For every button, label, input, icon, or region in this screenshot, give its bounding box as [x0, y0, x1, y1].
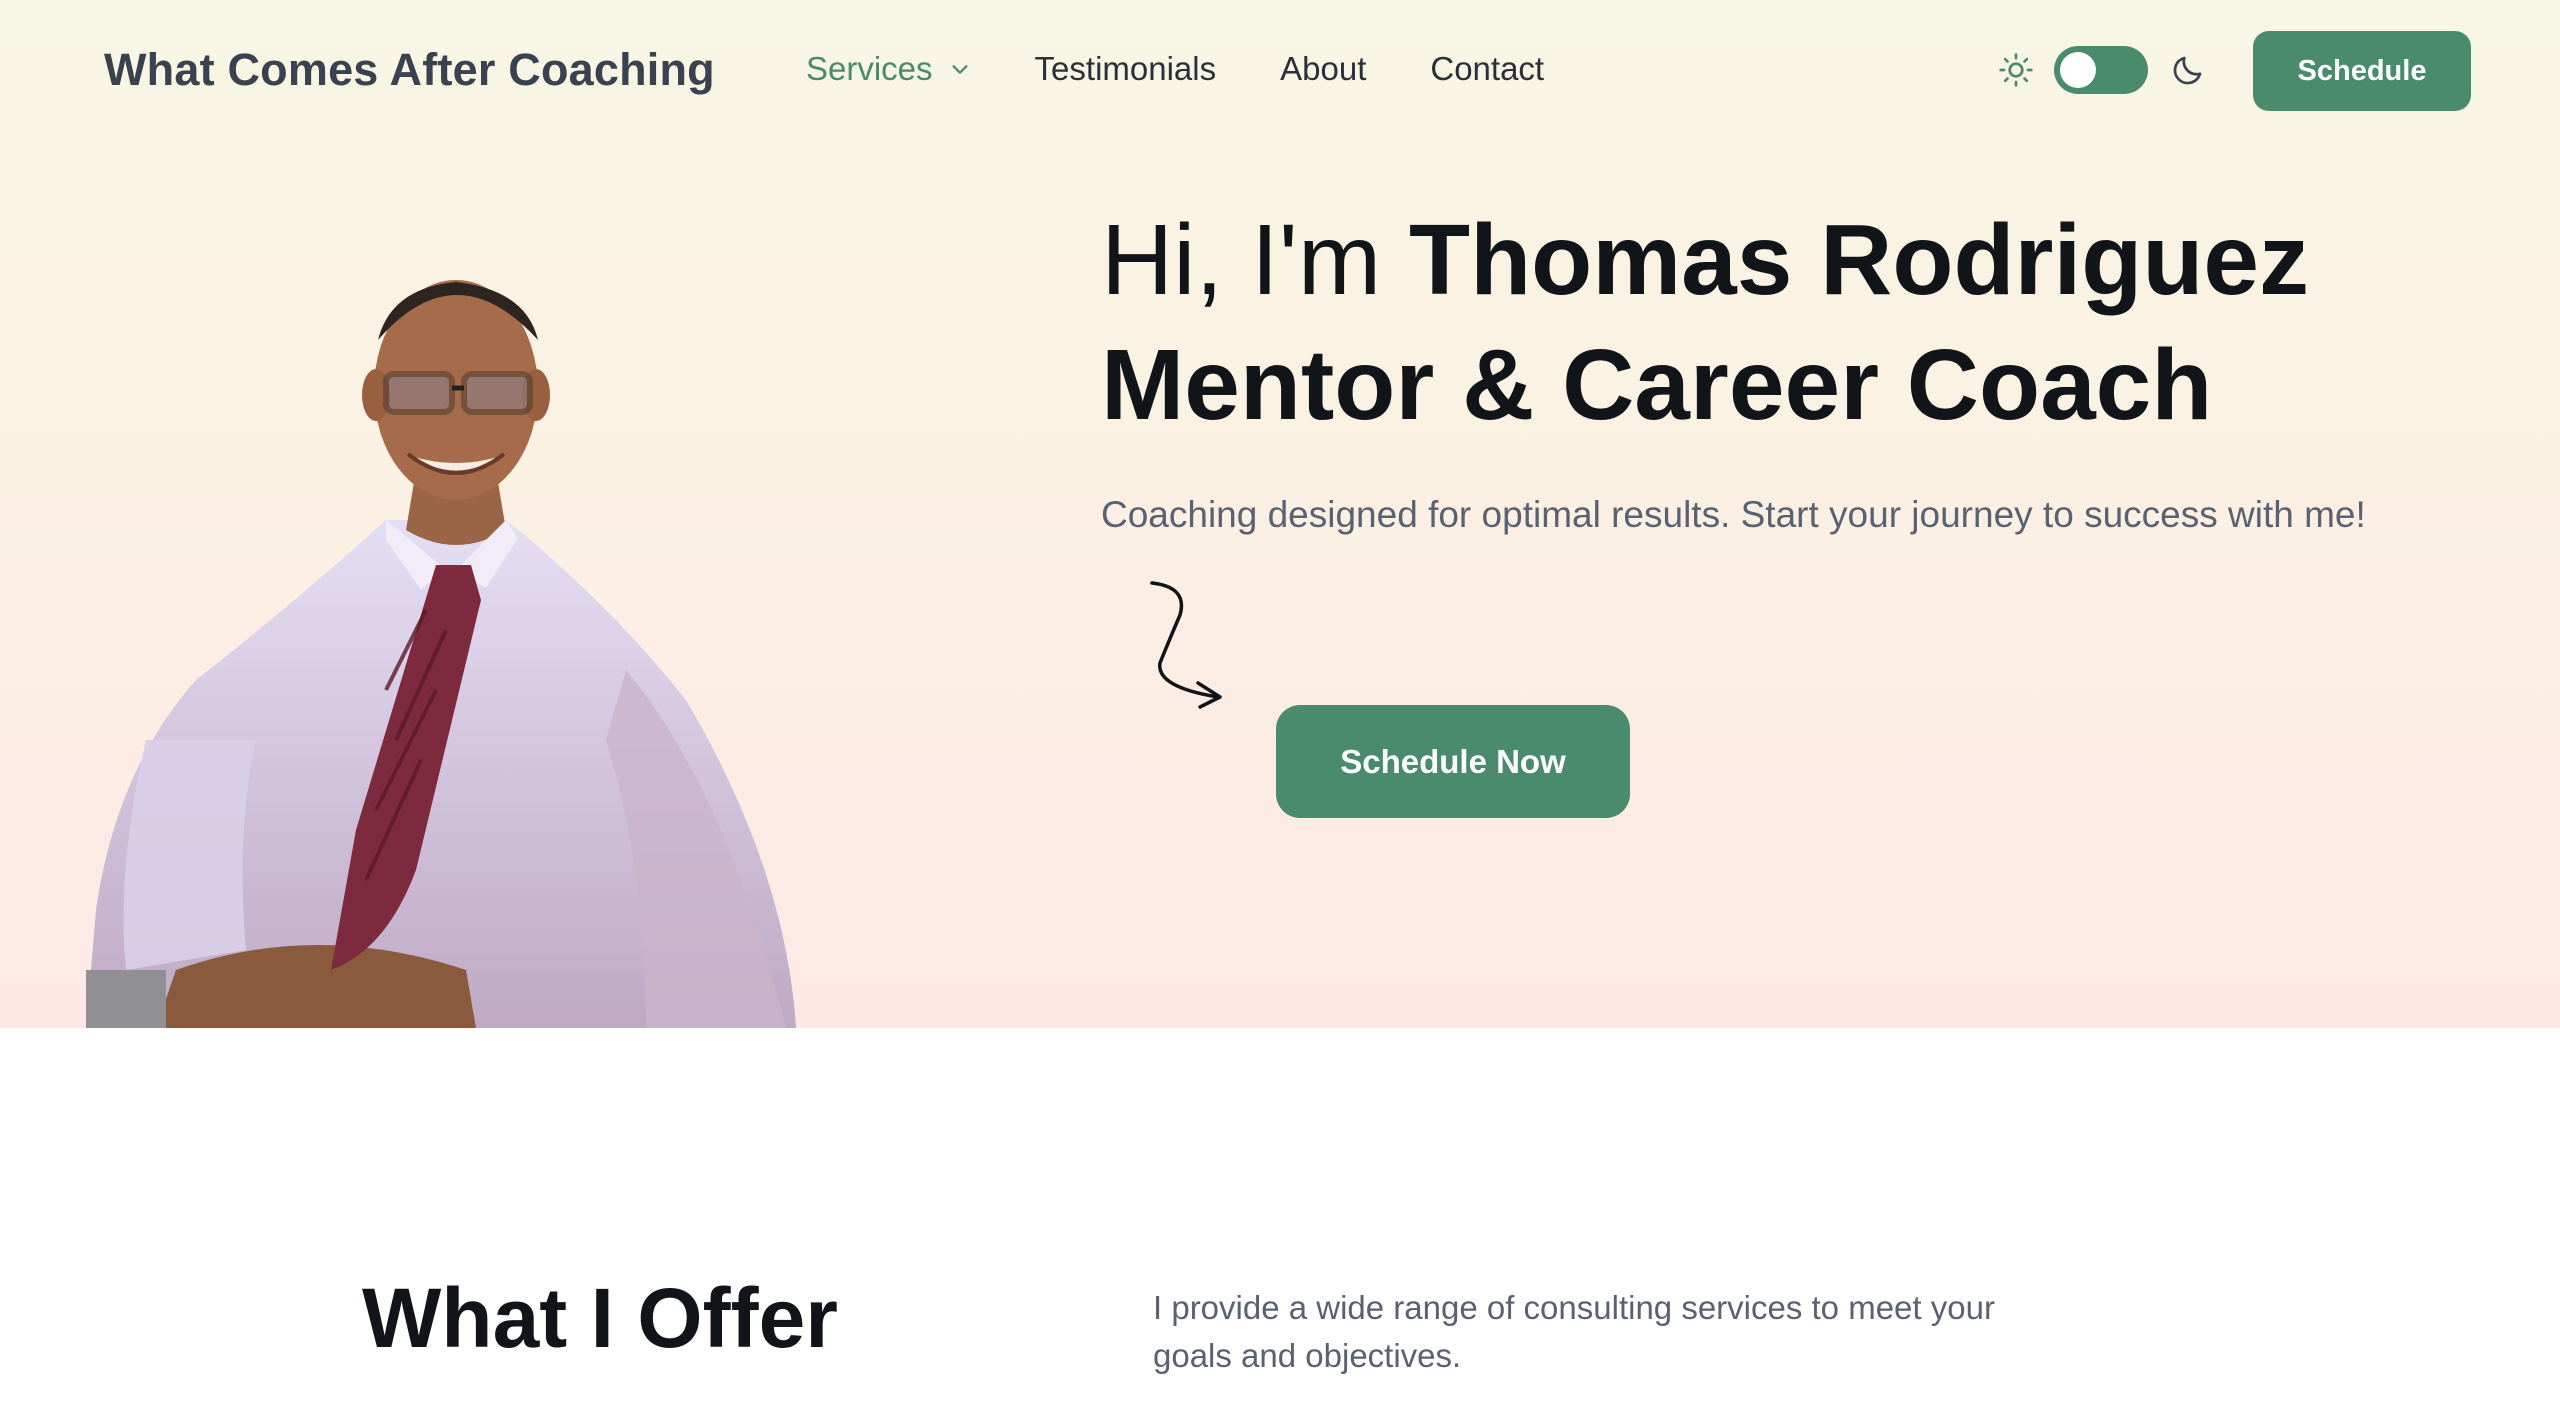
hero-subtitle: Coaching designed for optimal results. S… [1101, 494, 2366, 535]
moon-icon [2173, 56, 2202, 85]
sun-icon [1999, 53, 2033, 87]
chevron-down-icon [951, 65, 968, 74]
offer-title: What I Offer [362, 1271, 838, 1365]
schedule-button[interactable]: Schedule [2253, 31, 2471, 111]
coach-portrait-image [86, 280, 796, 1028]
hero-name: Thomas Rodriguez [1408, 204, 2310, 316]
hero-heading: Hi, I'm Thomas Rodriguez Mentor & Career… [1101, 198, 2309, 448]
theme-toggle[interactable] [2054, 46, 2148, 94]
nav-services-label: Services [806, 50, 933, 87]
hero-section: What Comes After Coaching Services Testi… [0, 0, 2560, 1028]
nav-services[interactable]: Services [806, 50, 971, 88]
hero-role: Mentor & Career Coach [1101, 329, 2213, 441]
offer-description: I provide a wide range of consulting ser… [1153, 1289, 1995, 1374]
theme-switcher [1998, 46, 2206, 94]
nav-contact[interactable]: Contact [1430, 50, 1544, 88]
hero-greeting: Hi, I'm [1101, 204, 1382, 316]
curly-arrow-icon [1150, 581, 1222, 709]
nav-about[interactable]: About [1280, 50, 1366, 88]
main-nav: Services Testimonials About Contact [806, 50, 1608, 88]
nav-testimonials[interactable]: Testimonials [1035, 50, 1217, 88]
schedule-now-button[interactable]: Schedule Now [1276, 705, 1630, 818]
toggle-knob [2060, 52, 2096, 88]
brand-logo[interactable]: What Comes After Coaching [104, 44, 715, 96]
